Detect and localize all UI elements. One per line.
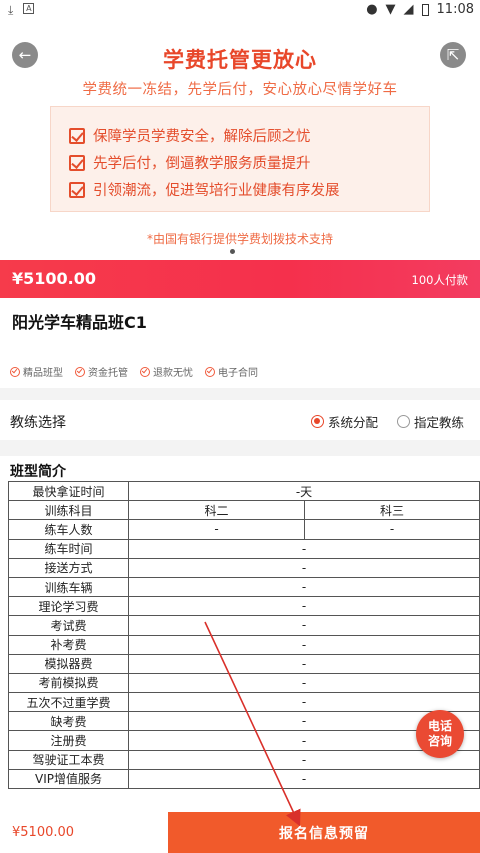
table-row: VIP增值服务 -	[8, 768, 480, 790]
table-row: 注册费 -	[8, 730, 480, 751]
bottom-price: ¥5100.00	[12, 825, 75, 840]
signup-button[interactable]: 报名信息预留	[168, 812, 480, 853]
carousel-indicator	[230, 249, 235, 254]
signal-icon: ◢	[403, 2, 414, 17]
divider	[0, 440, 480, 456]
table-row: 考试费 -	[8, 615, 480, 636]
radio-selected-icon	[311, 415, 324, 428]
tag-item: 精品班型	[10, 364, 63, 379]
radio-unselected-icon	[397, 415, 410, 428]
checkbox-icon	[69, 181, 85, 198]
banner-subtitle: 学费统一冻结，先学后付，安心放心尽情学好车	[82, 82, 398, 98]
table-row: 训练科目 科二 科三	[8, 500, 480, 521]
tag-item: 退款无忧	[140, 364, 193, 379]
battery-icon	[421, 3, 429, 16]
table-row: 驾驶证工本费 -	[8, 749, 480, 770]
wifi-icon: ▼	[385, 2, 396, 17]
table-row: 练车人数 - -	[8, 519, 480, 540]
table-row: 最快拿证时间 -天	[8, 480, 480, 502]
tag-item: 电子合同	[205, 364, 258, 379]
checkbox-icon	[69, 154, 85, 171]
course-info-table: 最快拿证时间 -天 训练科目 科二 科三 练车人数 - - 练车时间 - 接送方式…	[8, 480, 480, 790]
check-circle-icon	[75, 366, 85, 377]
tag-item: 资金托管	[75, 364, 128, 379]
download-icon: ⤓	[8, 3, 14, 17]
font-icon: A	[23, 3, 35, 14]
table-row: 五次不过重学费 -	[8, 692, 480, 713]
feature-item: 引领潮流，促进驾培行业健康有序发展	[69, 179, 340, 200]
bank-note: *由国有银行提供学费划拨技术支持	[146, 232, 333, 246]
coach-selection: 教练选择 系统分配 指定教练	[0, 400, 480, 440]
status-bar: ⤓ A ● ▼ ◢ 11:08	[0, 0, 480, 20]
escrow-banner: ← ⇱ 学费托管更放心 学费统一冻结，先学后付，安心放心尽情学好车 保障学员学费…	[0, 20, 480, 260]
table-row: 练车时间 -	[8, 538, 480, 559]
radio-choose-coach[interactable]: 指定教练	[397, 412, 464, 431]
table-row: 训练车辆 -	[8, 576, 480, 598]
table-row: 补考费 -	[8, 634, 480, 655]
phone-consult-button[interactable]: 电话 咨询	[416, 710, 464, 758]
table-row: 考前模拟费 -	[8, 672, 480, 694]
check-circle-icon	[10, 366, 20, 377]
feature-list: 保障学员学费安全，解除后顾之忧 先学后付，倒逼教学服务质量提升 引领潮流，促进驾…	[50, 106, 430, 212]
section-title: 班型简介	[10, 464, 66, 480]
table-row: 模拟器费 -	[8, 653, 480, 674]
table-row: 缺考费 -	[8, 711, 480, 732]
radio-system-assign[interactable]: 系统分配	[311, 412, 378, 431]
course-price: ¥5100.00	[12, 269, 97, 288]
divider	[0, 388, 480, 400]
status-time: 11:08	[436, 2, 474, 17]
banner-title: 学费托管更放心	[163, 48, 317, 72]
feature-item: 先学后付，倒逼教学服务质量提升	[69, 152, 311, 173]
bottom-bar: ¥5100.00 报名信息预留	[0, 812, 480, 853]
price-bar: ¥5100.00 100人付款	[0, 260, 480, 298]
paid-count: 100人付款	[411, 273, 468, 287]
feature-item: 保障学员学费安全，解除后顾之忧	[69, 125, 311, 146]
course-name: 阳光学车精品班C1	[12, 313, 147, 332]
check-circle-icon	[140, 366, 150, 377]
checkbox-icon	[69, 127, 85, 144]
check-circle-icon	[205, 366, 215, 377]
location-icon: ●	[366, 2, 378, 17]
coach-label: 教练选择	[10, 415, 66, 431]
table-row: 接送方式 -	[8, 557, 480, 578]
table-row: 理论学习费 -	[8, 596, 480, 617]
course-tags: 精品班型 资金托管 退款无忧 电子合同	[10, 364, 258, 379]
page: ⤓ A ● ▼ ◢ 11:08 ← ⇱ 学费托管更放心 学费统一冻结，先学后付，…	[0, 0, 480, 853]
